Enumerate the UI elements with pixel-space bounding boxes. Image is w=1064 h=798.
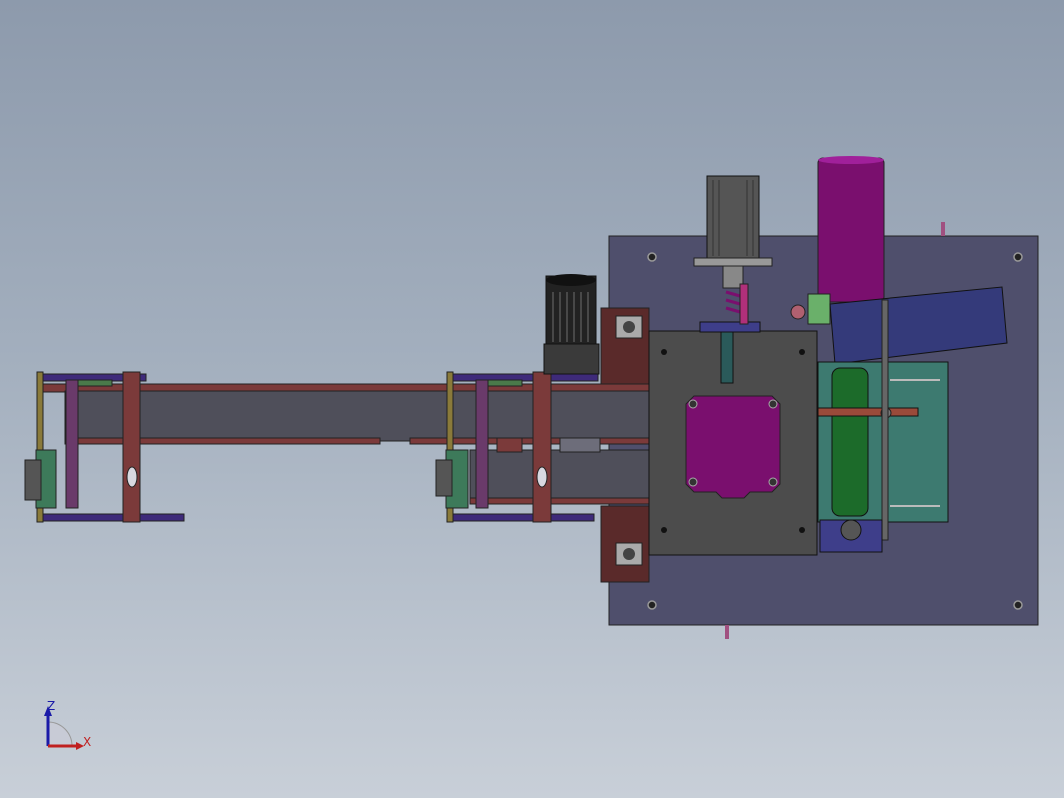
- assembly-model[interactable]: Z X: [0, 0, 1064, 798]
- gear-motor[interactable]: [543, 274, 600, 375]
- pin-top: [941, 222, 945, 236]
- bearing-block-upper[interactable]: [600, 307, 650, 385]
- cad-viewport[interactable]: Z X: [0, 0, 1064, 798]
- main-housing[interactable]: [648, 321, 818, 556]
- pin-bottom: [725, 625, 729, 639]
- magenta-cover-plate[interactable]: [685, 395, 781, 499]
- x-axis-label: X: [83, 735, 91, 749]
- bearing-block-lower[interactable]: [600, 505, 650, 583]
- coordinate-triad: Z X: [44, 699, 91, 750]
- z-axis-label: Z: [47, 699, 55, 713]
